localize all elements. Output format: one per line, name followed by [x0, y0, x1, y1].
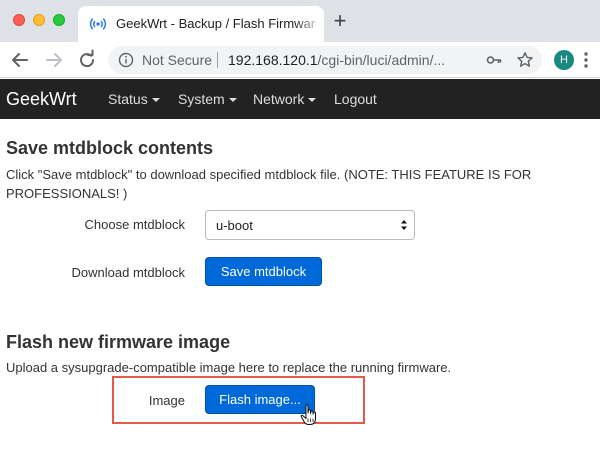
info-icon[interactable]	[118, 52, 134, 68]
choose-mtdblock-label: Choose mtdblock	[84, 217, 185, 232]
reload-icon[interactable]	[75, 48, 99, 72]
address-bar[interactable]: Not Secure 192.168.120.1/cgi-bin/luci/ad…	[108, 46, 542, 74]
nav-status-label: Status	[108, 91, 148, 107]
mtdblock-select[interactable]: u-boot	[205, 210, 415, 240]
chevron-down-icon	[308, 98, 317, 103]
browser-toolbar: Not Secure 192.168.120.1/cgi-bin/luci/ad…	[0, 42, 600, 78]
nav-system-label: System	[178, 91, 225, 107]
flash-image-button[interactable]: Flash image...	[205, 385, 315, 414]
new-tab-plus-icon[interactable]: +	[330, 10, 350, 32]
nav-logout[interactable]: Logout	[334, 91, 377, 107]
key-icon[interactable]	[486, 52, 502, 68]
back-arrow-icon[interactable]	[8, 48, 32, 72]
chevron-down-icon	[228, 98, 237, 103]
flash-section-description: Upload a sysupgrade-compatible image her…	[6, 360, 452, 375]
nav-status[interactable]: Status	[108, 91, 160, 107]
mtdblock-select-value: u-boot	[216, 218, 253, 233]
nav-network[interactable]: Network	[253, 91, 317, 107]
save-mtdblock-button[interactable]: Save mtdblock	[205, 257, 322, 286]
close-window-button[interactable]	[13, 14, 25, 26]
maximize-window-button[interactable]	[53, 14, 65, 26]
hand-pointer-cursor-icon	[300, 404, 316, 425]
address-separator	[217, 52, 218, 68]
nav-network-label: Network	[253, 91, 305, 107]
image-label: Image	[148, 393, 185, 408]
more-menu-icon[interactable]	[580, 50, 592, 70]
select-arrows-icon	[401, 220, 407, 230]
brand-logo[interactable]: GeekWrt	[6, 89, 77, 110]
profile-avatar[interactable]: H	[554, 50, 574, 70]
chevron-down-icon	[151, 98, 160, 103]
app-navbar: GeekWrt Status System Network Logout	[0, 79, 600, 119]
browser-tab-bar: GeekWrt - Backup / Flash Firmware +	[0, 0, 600, 42]
url-text[interactable]: 192.168.120.1/cgi-bin/luci/admin/...	[228, 52, 468, 68]
forward-arrow-icon[interactable]	[42, 48, 66, 72]
minimize-window-button[interactable]	[33, 14, 45, 26]
security-status: Not Secure	[142, 52, 213, 68]
nav-logout-label: Logout	[334, 91, 377, 107]
save-section-title: Save mtdblock contents	[6, 138, 214, 158]
tab-title-fade	[294, 6, 324, 42]
wifi-broadcast-icon	[90, 18, 106, 30]
browser-tab[interactable]: GeekWrt - Backup / Flash Firmware	[78, 6, 324, 42]
download-mtdblock-label: Download mtdblock	[71, 265, 185, 280]
tab-title: GeekWrt - Backup / Flash Firmware	[116, 16, 316, 31]
url-host: 192.168.120.1	[228, 52, 318, 68]
save-section-description: Click "Save mtdblock" to download specif…	[6, 167, 532, 201]
nav-system[interactable]: System	[178, 91, 237, 107]
url-path: /cgi-bin/luci/admin/...	[317, 52, 446, 68]
flash-section-title: Flash new firmware image	[6, 332, 231, 352]
bookmark-star-icon[interactable]	[516, 51, 534, 69]
